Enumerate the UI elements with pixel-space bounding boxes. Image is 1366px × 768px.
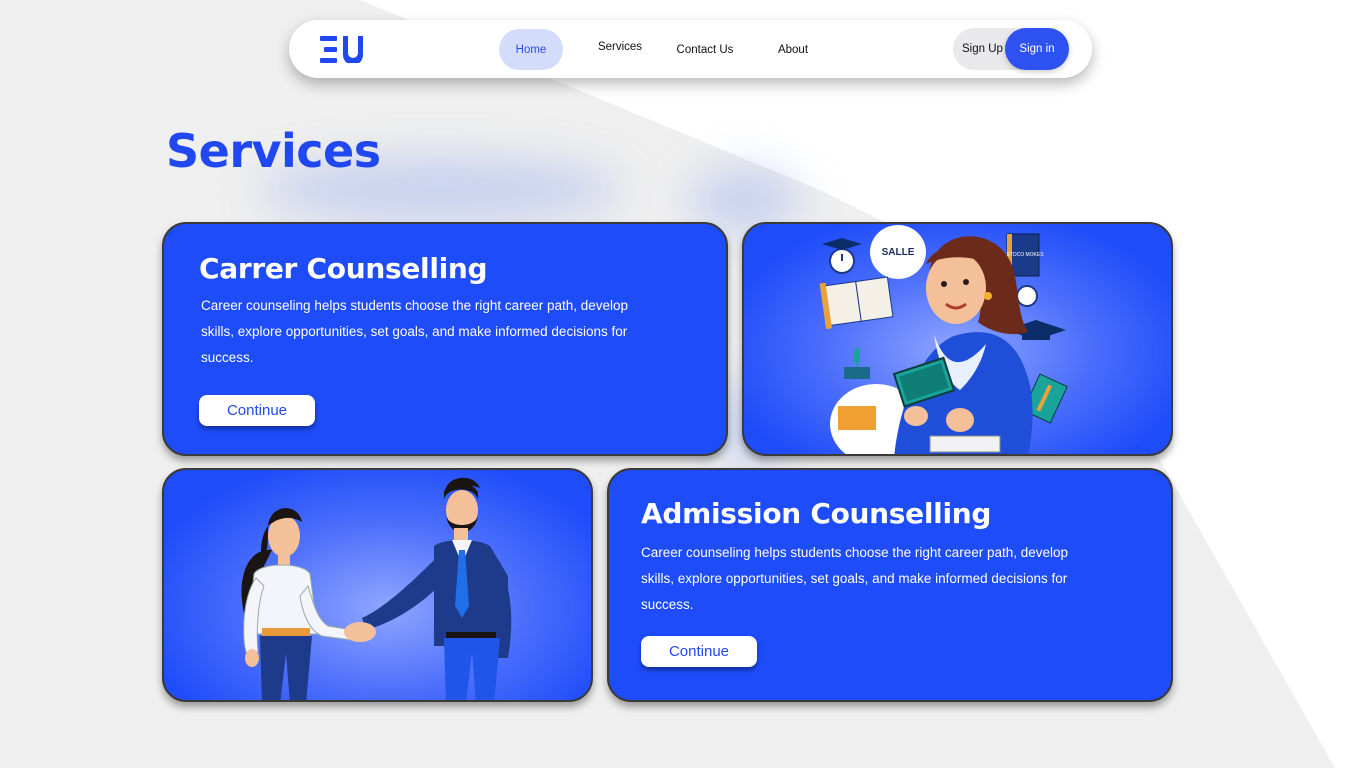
card-description: Career counseling helps students choose …	[201, 298, 629, 365]
nav-about-link[interactable]: About	[767, 29, 819, 70]
background-glow	[690, 170, 800, 230]
continue-button[interactable]: Continue	[641, 636, 757, 667]
handshake-illustration-card	[162, 468, 593, 702]
sign-in-button[interactable]: Sign in	[1005, 28, 1069, 70]
student-illustration-card: SALLE STOCO MOKES	[742, 222, 1173, 456]
page-title: Services	[166, 124, 381, 178]
admission-counselling-card: Admission Counselling Career counseling …	[607, 468, 1173, 702]
book-cover-text: STOCO MOKES	[1006, 252, 1044, 258]
nav-home-link[interactable]: Home	[499, 29, 563, 70]
nav-contact-link[interactable]: Contact Us	[672, 29, 738, 70]
nav-services-link[interactable]: Services	[589, 26, 651, 67]
handshake-illustration	[241, 477, 512, 700]
career-counselling-card: Carrer Counselling Career counseling hel…	[162, 222, 728, 456]
sign-up-label: Sign Up	[962, 43, 1003, 55]
speech-bubble-text: SALLE	[882, 247, 915, 258]
logo[interactable]	[320, 36, 370, 63]
continue-button[interactable]: Continue	[199, 395, 315, 426]
student-illustration: SALLE STOCO MOKES	[819, 225, 1068, 454]
card-title: Admission Counselling	[641, 497, 992, 530]
card-description: Career counseling helps students choose …	[641, 545, 1069, 612]
navbar: Home Services Contact Us About Sign Up S…	[289, 20, 1092, 78]
card-title: Carrer Counselling	[199, 252, 488, 285]
